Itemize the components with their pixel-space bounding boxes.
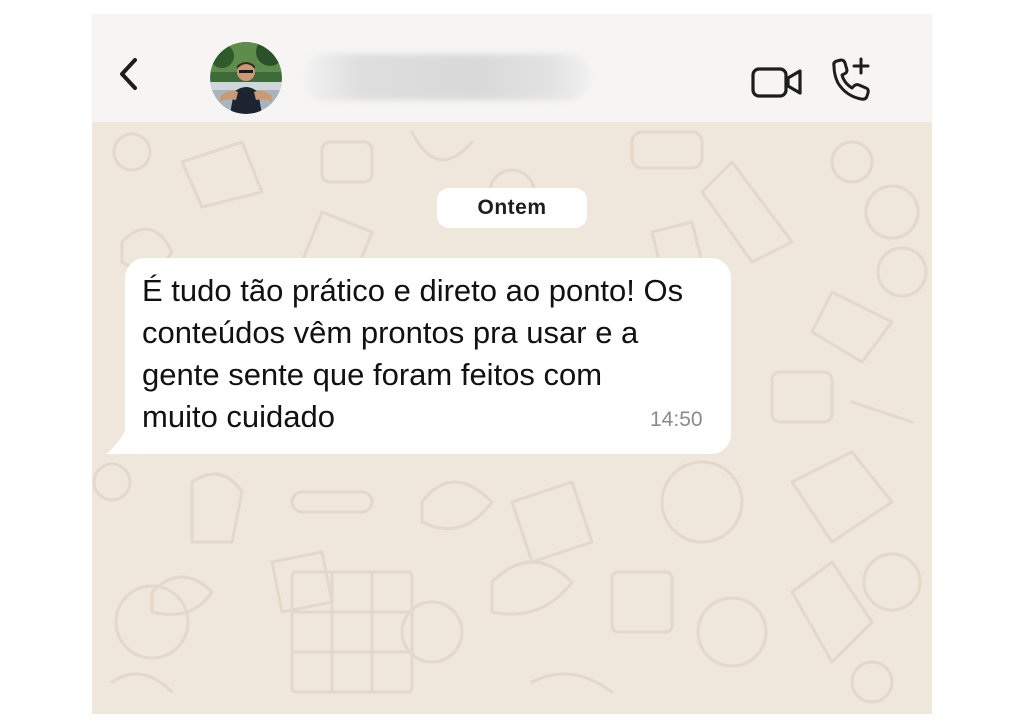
chevron-left-icon — [120, 58, 137, 90]
contact-name[interactable] — [302, 54, 592, 100]
message-line: conteúdos vêm prontos pra usar e a — [142, 315, 639, 350]
avatar-photo — [210, 42, 282, 114]
contact-avatar[interactable] — [210, 42, 282, 114]
chat-header — [92, 14, 932, 122]
back-button[interactable] — [110, 54, 150, 94]
add-call-button[interactable] — [826, 56, 874, 104]
chat-area[interactable]: Ontem É tudo tão prático e direto ao pon… — [92, 122, 932, 714]
message-line: gente sente que foram feitos com — [142, 357, 603, 392]
phone-plus-icon — [832, 57, 870, 101]
chat-screen: Ontem É tudo tão prático e direto ao pon… — [92, 14, 932, 714]
video-call-button[interactable] — [750, 62, 804, 102]
date-separator: Ontem — [437, 188, 587, 228]
message-line: É tudo tão prático e direto ao ponto! Os — [142, 273, 684, 308]
message-timestamp: 14:50 — [650, 408, 703, 431]
video-camera-icon — [751, 67, 802, 98]
